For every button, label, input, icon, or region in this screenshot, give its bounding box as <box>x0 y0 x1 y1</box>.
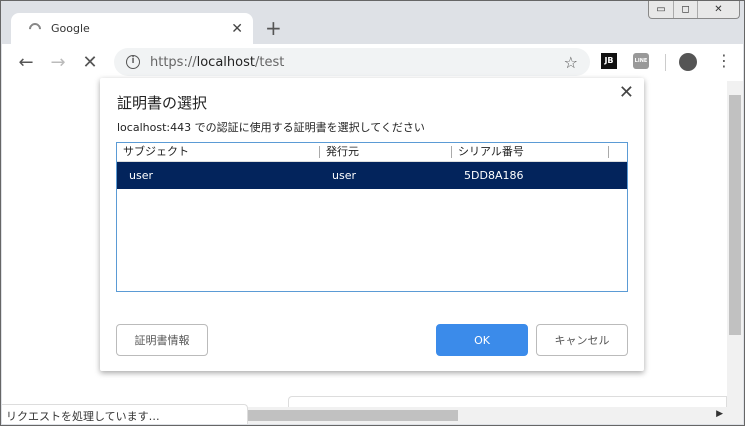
info-icon[interactable]: i <box>126 55 140 69</box>
tab-title: Google <box>51 22 90 35</box>
url-path: /test <box>254 54 285 70</box>
table-header: サブジェクト 発行元 シリアル番号 <box>117 143 627 162</box>
divider <box>665 54 666 71</box>
table-row[interactable]: user user 5DD8A186 <box>117 162 627 189</box>
vertical-scrollbar[interactable] <box>727 81 743 424</box>
window-controls: ▭ ◻ ✕ <box>648 1 740 19</box>
toolbar: ← → ✕ i https://localhost/test ☆ JB LINE… <box>2 44 743 81</box>
new-tab-button[interactable]: + <box>265 16 282 40</box>
bookmark-star-icon[interactable]: ☆ <box>564 53 578 72</box>
close-icon[interactable]: ✕ <box>619 82 634 103</box>
ok-button[interactable]: OK <box>436 324 528 356</box>
stop-button[interactable]: ✕ <box>74 52 106 73</box>
maximize-button[interactable]: ◻ <box>673 1 697 18</box>
cell-subject: user <box>129 169 153 182</box>
page-element <box>288 396 727 407</box>
minimize-button[interactable]: ▭ <box>649 1 673 18</box>
line-extension-icon[interactable]: LINE <box>633 53 649 69</box>
close-window-button[interactable]: ✕ <box>697 1 739 18</box>
column-serial[interactable]: シリアル番号 <box>452 146 609 158</box>
status-bubble: リクエストを処理しています… <box>2 404 248 424</box>
close-tab-icon[interactable]: ✕ <box>231 21 243 37</box>
url-prefix: https:// <box>150 54 197 70</box>
back-button[interactable]: ← <box>10 52 42 73</box>
loading-icon <box>26 20 44 37</box>
jb-extension-icon[interactable]: JB <box>601 53 617 69</box>
cancel-button[interactable]: キャンセル <box>536 324 628 356</box>
tab-google[interactable]: Google ✕ <box>11 13 253 44</box>
certificate-info-button[interactable]: 証明書情報 <box>116 324 208 356</box>
dialog-description: localhost:443 での認証に使用する証明書を選択してください <box>117 121 425 134</box>
url-text: https://localhost/test <box>150 55 564 70</box>
certificate-table: サブジェクト 発行元 シリアル番号 user user 5DD8A186 <box>116 142 628 292</box>
profile-icon[interactable] <box>679 53 697 71</box>
forward-button[interactable]: → <box>42 52 74 73</box>
menu-icon[interactable]: ⋮ <box>716 51 732 70</box>
column-issuer[interactable]: 発行元 <box>320 146 452 158</box>
cell-issuer: user <box>332 169 356 182</box>
column-subject[interactable]: サブジェクト <box>117 146 320 158</box>
cell-serial: 5DD8A186 <box>464 169 524 182</box>
dialog-title: 証明書の選択 <box>117 94 208 112</box>
certificate-dialog: 証明書の選択 ✕ localhost:443 での認証に使用する証明書を選択して… <box>100 78 644 371</box>
address-bar[interactable]: i https://localhost/test ☆ <box>114 48 590 76</box>
url-host: localhost <box>196 54 255 70</box>
